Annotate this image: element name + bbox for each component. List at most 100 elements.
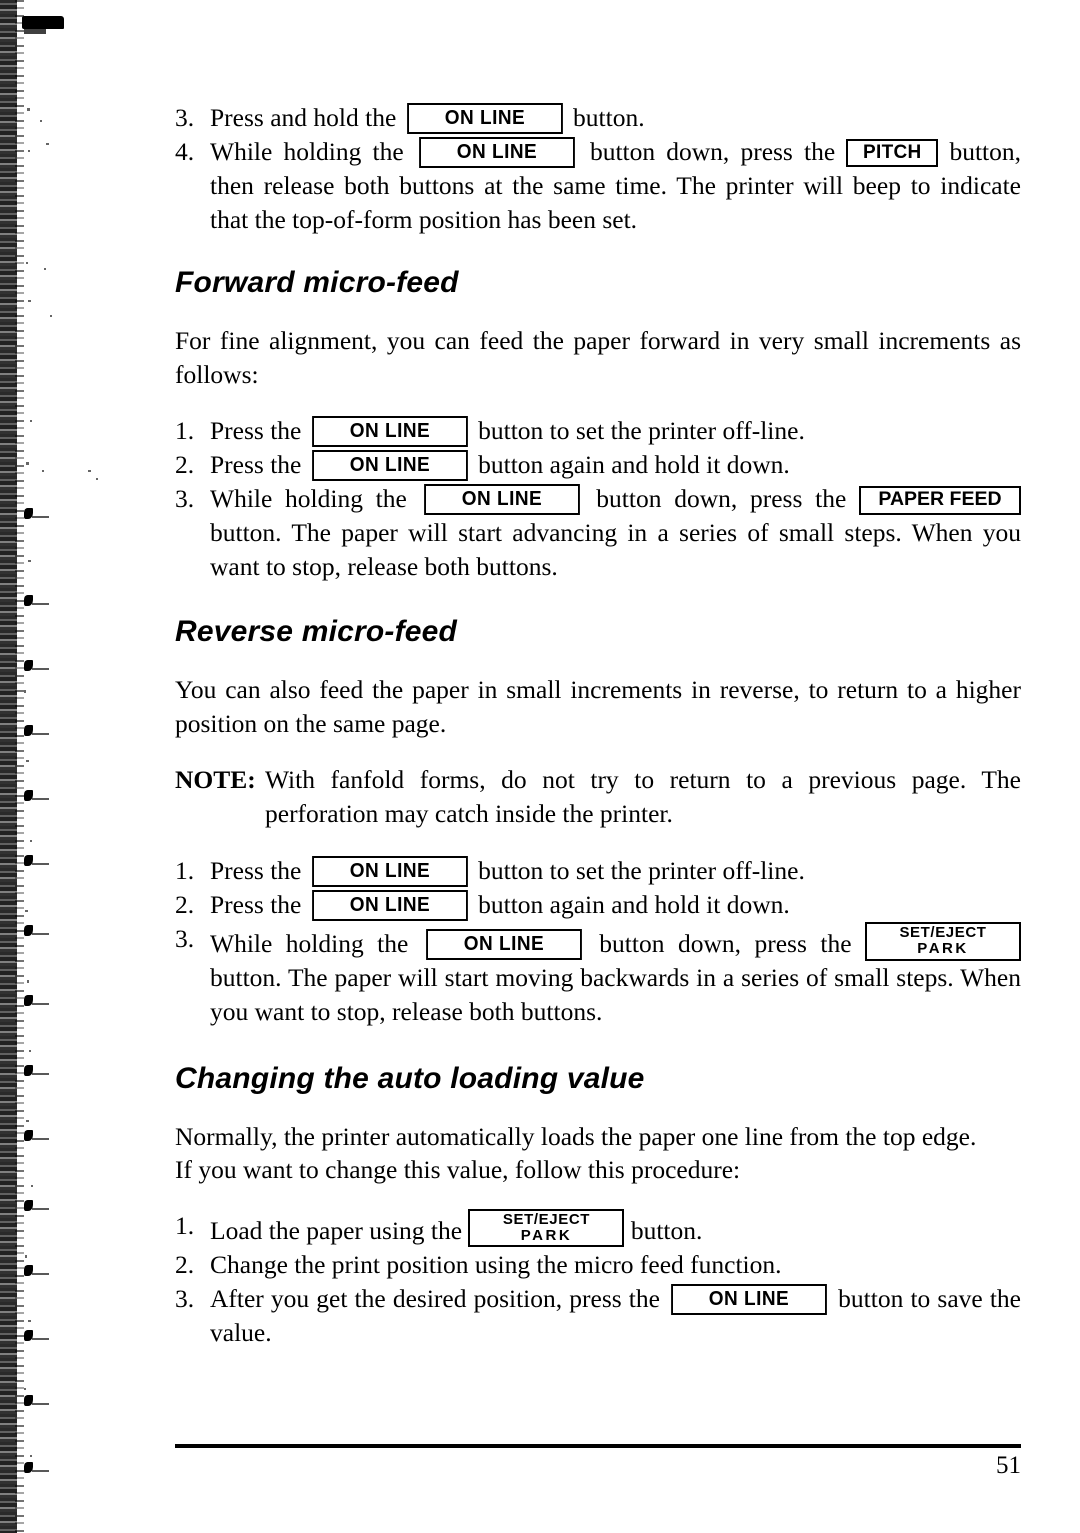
note-label: NOTE: bbox=[175, 765, 256, 794]
scan-speck bbox=[96, 478, 98, 480]
scan-speck bbox=[30, 1455, 32, 1457]
list-item: 1. Load the paper using the SET/EJECT PAR… bbox=[175, 1208, 1021, 1248]
printer-key-online: ON LINE bbox=[311, 890, 468, 921]
scan-speck bbox=[27, 108, 30, 111]
list-item-text: Change the print position using the micr… bbox=[210, 1249, 782, 1279]
list-item-text: Press the ON LINE button again and hold … bbox=[210, 890, 790, 921]
list-item-number: 3. bbox=[175, 1283, 195, 1313]
scan-speck bbox=[28, 560, 31, 562]
list-item-number: 2. bbox=[175, 1249, 195, 1279]
binding-hole-mark bbox=[24, 660, 50, 671]
binding-hole-mark bbox=[24, 1265, 50, 1276]
binding-hole-mark bbox=[24, 508, 50, 519]
scan-speck bbox=[25, 910, 28, 912]
list-item: 3. While holding the ON LINE button down… bbox=[175, 482, 1021, 584]
list-item-number: 1. bbox=[175, 416, 195, 445]
scan-speck bbox=[40, 120, 42, 122]
binding-hole-mark bbox=[24, 790, 50, 801]
printer-key-online: ON LINE bbox=[671, 1283, 827, 1315]
scan-speck bbox=[25, 1255, 27, 1258]
binding-hole-mark bbox=[24, 1395, 50, 1406]
list-item: 2. Press the ON LINE button again and ho… bbox=[175, 448, 1021, 482]
printer-key-online: ON LINE bbox=[418, 137, 575, 168]
scan-speck bbox=[26, 462, 29, 465]
list-item-text: Press the ON LINE button again and hold … bbox=[210, 450, 790, 481]
scan-speck bbox=[50, 315, 52, 317]
scan-speck bbox=[28, 1320, 31, 1322]
scan-speck bbox=[24, 690, 26, 693]
list-item: 4. While holding the ON LINE button down… bbox=[175, 135, 1021, 237]
printer-key-line-1: SET/EJECT bbox=[502, 1210, 591, 1228]
scan-smudge-top bbox=[22, 16, 64, 29]
reverse-steps-list: 1. Press the ON LINE button to set the p… bbox=[175, 854, 1021, 1029]
printer-key-paper-feed: PAPER FEED bbox=[859, 486, 1021, 515]
scan-speck bbox=[44, 268, 46, 270]
scan-speck bbox=[31, 1185, 33, 1187]
binding-hole-mark bbox=[24, 1130, 50, 1141]
list-item-text: After you get the desired position, pres… bbox=[210, 1283, 1022, 1347]
printer-key-online: ON LINE bbox=[423, 484, 580, 515]
scan-speck bbox=[88, 470, 91, 472]
binding-hole-mark bbox=[24, 595, 50, 606]
scan-speck bbox=[28, 300, 31, 302]
scan-speck bbox=[29, 1050, 31, 1052]
printer-key-online: ON LINE bbox=[425, 928, 582, 960]
section-heading-reverse-micro-feed: Reverse micro-feed bbox=[175, 615, 458, 648]
binding-hole-mark bbox=[24, 925, 50, 936]
printer-key-online: ON LINE bbox=[406, 103, 563, 134]
list-item-text: While holding the ON LINE button down, p… bbox=[210, 922, 1021, 1026]
printer-key-online: ON LINE bbox=[311, 856, 468, 887]
scanned-manual-page: 3. Press and hold the ON LINE button. 4.… bbox=[0, 0, 1080, 1533]
scan-speck bbox=[46, 143, 49, 145]
section-heading-forward-micro-feed: Forward micro-feed bbox=[175, 266, 459, 299]
list-item: 1. Press the ON LINE button to set the p… bbox=[175, 854, 1021, 888]
list-item-text: While holding the ON LINE button down, p… bbox=[210, 137, 1021, 234]
page-content: 3. Press and hold the ON LINE button. 4.… bbox=[175, 0, 1021, 1350]
scan-speck bbox=[26, 262, 28, 264]
printer-key-set-eject-park: SET/EJECT PARK bbox=[468, 1208, 625, 1248]
list-item: 3. After you get the desired position, p… bbox=[175, 1282, 1021, 1350]
list-item-number: 3. bbox=[175, 924, 195, 953]
forward-intro-paragraph: For fine alignment, you can feed the pap… bbox=[175, 326, 1021, 389]
binding-hole-mark bbox=[24, 1330, 50, 1341]
autoload-intro-paragraph-1: Normally, the printer automatically load… bbox=[175, 1121, 977, 1151]
binding-hole-mark bbox=[24, 995, 50, 1006]
note-block: NOTE: With fanfold forms, do not try to … bbox=[175, 763, 1021, 831]
printer-key-set-eject-park: SET/EJECT PARK bbox=[865, 922, 1021, 961]
list-item-text: While holding the ON LINE button down, p… bbox=[210, 484, 1021, 581]
reverse-intro-paragraph: You can also feed the paper in small inc… bbox=[175, 675, 1021, 738]
list-item-number: 1. bbox=[175, 1210, 195, 1240]
scan-speck bbox=[27, 980, 29, 983]
list-item-text: Press the ON LINE button to set the prin… bbox=[210, 856, 805, 887]
binding-hole-mark bbox=[24, 1462, 50, 1473]
printer-key-online: ON LINE bbox=[311, 416, 468, 447]
autoload-intro-paragraph-2: If you want to change this value, follow… bbox=[175, 1155, 741, 1185]
list-item-text: Press the ON LINE button to set the prin… bbox=[210, 416, 805, 447]
list-item-number: 4. bbox=[175, 137, 195, 166]
binding-hole-mark bbox=[24, 1200, 50, 1211]
printer-key-line-2: PARK bbox=[917, 939, 969, 957]
binding-hole-mark bbox=[24, 855, 50, 866]
list-item: 2. Change the print position using the m… bbox=[175, 1248, 1021, 1282]
list-item-text: Load the paper using the SET/EJECT PARK b… bbox=[210, 1208, 1021, 1248]
scan-smudge-top-secondary bbox=[24, 29, 46, 34]
list-item: 1. Press the ON LINE button to set the p… bbox=[175, 414, 1021, 448]
scan-speck bbox=[24, 1388, 26, 1390]
scan-speck bbox=[26, 760, 29, 762]
section-heading-changing-auto-loading-value: Changing the auto loading value bbox=[175, 1061, 645, 1095]
printer-key-line-2: PARK bbox=[520, 1226, 573, 1244]
list-item-number: 1. bbox=[175, 856, 195, 885]
scan-gutter-noise bbox=[15, 0, 24, 1533]
footer-divider bbox=[175, 1444, 1021, 1448]
page-number: 51 bbox=[996, 1452, 1021, 1479]
binding-hole-mark bbox=[24, 725, 50, 736]
scan-speck bbox=[26, 1120, 29, 1122]
list-item: 2. Press the ON LINE button again and ho… bbox=[175, 888, 1021, 922]
top-steps-list: 3. Press and hold the ON LINE button. 4.… bbox=[175, 101, 1021, 237]
list-item-number: 2. bbox=[175, 890, 195, 919]
note-text: With fanfold forms, do not try to return… bbox=[265, 765, 1021, 828]
list-item-text: Press and hold the ON LINE button. bbox=[210, 103, 645, 134]
printer-key-line-1: SET/EJECT bbox=[899, 924, 987, 941]
scan-speck bbox=[28, 150, 30, 152]
autoload-steps-list: 1. Load the paper using the SET/EJECT PAR… bbox=[175, 1208, 1021, 1350]
